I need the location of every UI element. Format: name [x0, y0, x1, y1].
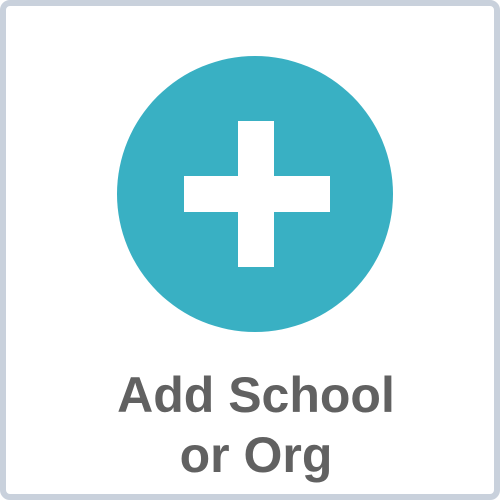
tile-label-line-2: or Org [179, 427, 333, 483]
tile-label-line-1: Add School [117, 367, 395, 423]
add-school-or-org-tile[interactable]: Add School or Org [0, 0, 500, 500]
plus-icon [117, 56, 393, 332]
